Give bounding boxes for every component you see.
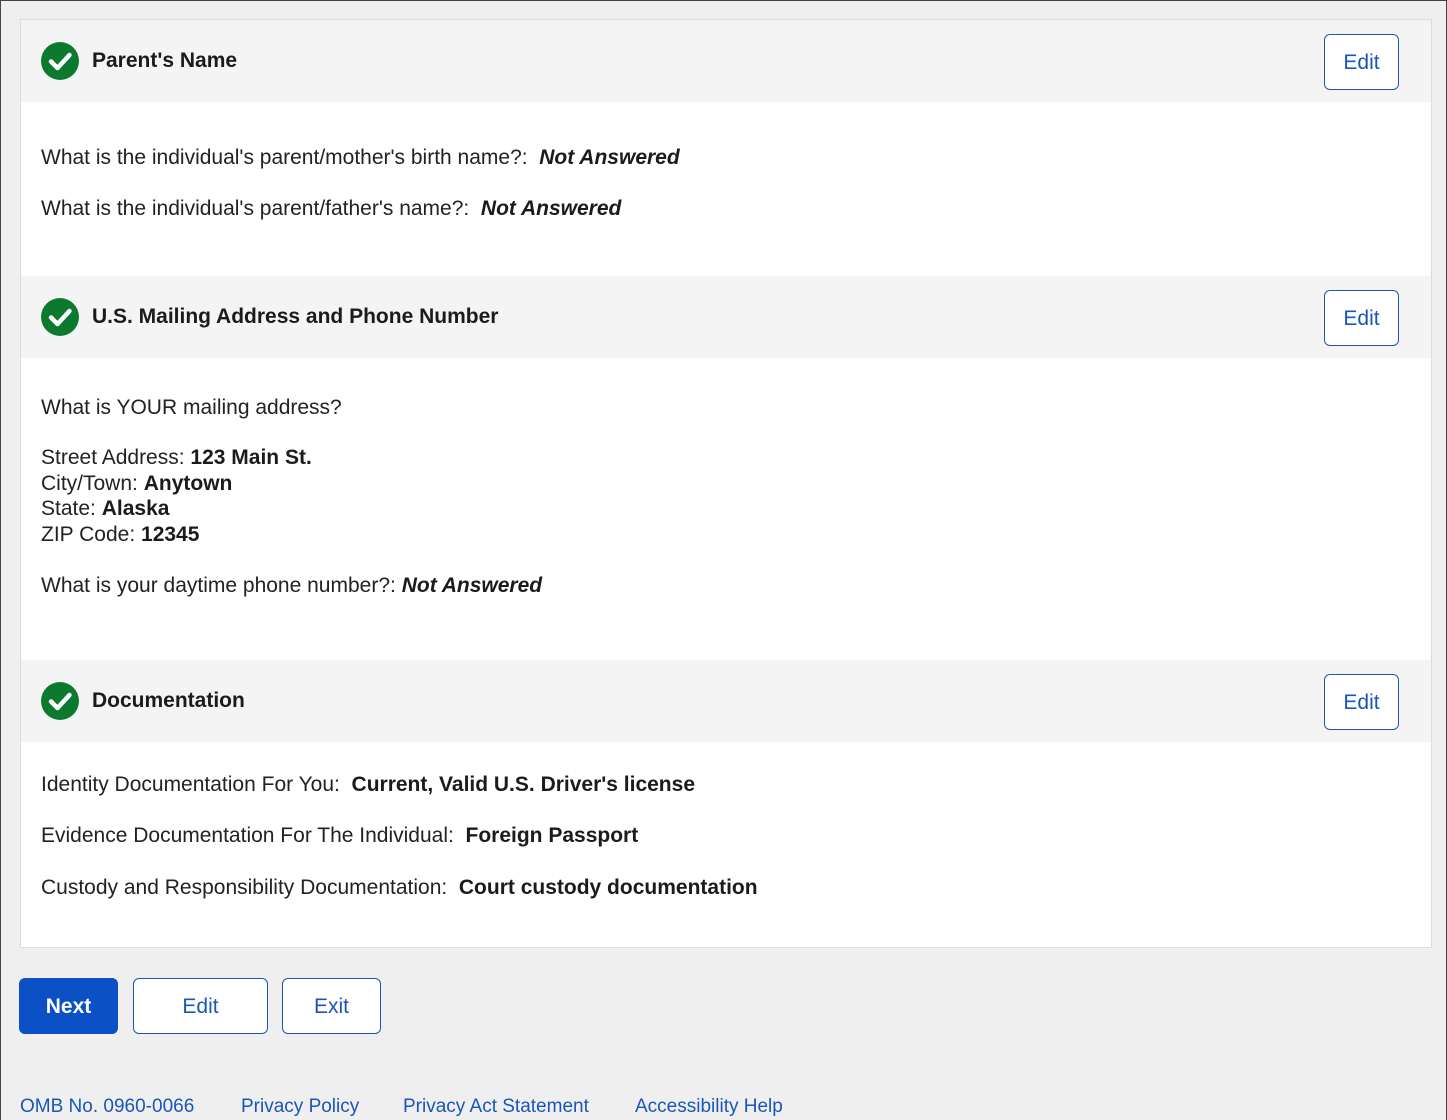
accessibility-help-link[interactable]: Accessibility Help: [635, 1096, 783, 1118]
section-header-mailing-address: U.S. Mailing Address and Phone Number Ed…: [21, 276, 1431, 358]
section-header-parents-name: Parent's Name Edit: [21, 20, 1431, 102]
check-circle-icon: [41, 42, 79, 80]
field-value: Court custody documentation: [458, 876, 758, 899]
father-name-row: What is the individual's parent/father's…: [41, 196, 621, 222]
check-circle-icon: [41, 682, 79, 720]
field-label: Identity Documentation For You:: [41, 773, 340, 796]
edit-parents-name-button[interactable]: Edit: [1324, 34, 1399, 90]
section-title: U.S. Mailing Address and Phone Number: [92, 305, 499, 328]
field-value: Current, Valid U.S. Driver's license: [351, 773, 695, 796]
address-block: Street Address: 123 Main St. City/Town: …: [41, 445, 312, 547]
field-value: 12345: [141, 522, 200, 546]
exit-button[interactable]: Exit: [282, 978, 381, 1034]
section-title: Documentation: [92, 689, 245, 712]
zip-row: ZIP Code: 12345: [41, 522, 312, 548]
field-label: ZIP Code:: [41, 522, 136, 546]
custody-doc-row: Custody and Responsibility Documentation…: [41, 875, 758, 901]
phone-row: What is your daytime phone number?: Not …: [41, 573, 542, 599]
mailing-address-question: What is YOUR mailing address?: [41, 396, 342, 419]
check-circle-icon: [41, 298, 79, 336]
field-value: Not Answered: [539, 146, 680, 169]
field-label: Evidence Documentation For The Individua…: [41, 824, 454, 847]
edit-documentation-button[interactable]: Edit: [1324, 674, 1399, 730]
street-address-row: Street Address: 123 Main St.: [41, 445, 312, 471]
field-value: 123 Main St.: [190, 446, 312, 469]
omb-number-link[interactable]: OMB No. 0960-0066: [20, 1096, 194, 1118]
field-value: Not Answered: [480, 197, 622, 220]
field-value: Alaska: [101, 497, 170, 520]
mother-name-row: What is the individual's parent/mother's…: [41, 145, 680, 171]
field-label: City/Town:: [41, 471, 138, 495]
field-label: What is the individual's parent/mother's…: [41, 146, 528, 169]
summary-card: Parent's Name Edit What is the individua…: [20, 19, 1432, 948]
field-value: Anytown: [143, 471, 233, 495]
field-label: What is the individual's parent/father's…: [41, 197, 470, 220]
edit-mailing-address-button[interactable]: Edit: [1324, 290, 1399, 346]
field-label: What is your daytime phone number?:: [41, 574, 396, 597]
city-row: City/Town: Anytown: [41, 471, 312, 497]
identity-doc-row: Identity Documentation For You: Current,…: [41, 772, 695, 798]
section-title: Parent's Name: [92, 49, 238, 72]
next-button[interactable]: Next: [19, 978, 118, 1034]
edit-button[interactable]: Edit: [133, 978, 268, 1034]
field-value: Foreign Passport: [465, 824, 639, 847]
evidence-doc-row: Evidence Documentation For The Individua…: [41, 823, 638, 849]
state-row: State: Alaska: [41, 496, 312, 522]
field-label: State:: [41, 497, 96, 520]
section-header-documentation: Documentation Edit: [21, 660, 1431, 742]
field-label: Street Address:: [41, 446, 185, 469]
field-label: Custody and Responsibility Documentation…: [41, 876, 448, 899]
field-value: Not Answered: [401, 574, 543, 597]
privacy-act-statement-link[interactable]: Privacy Act Statement: [403, 1096, 589, 1118]
privacy-policy-link[interactable]: Privacy Policy: [241, 1096, 359, 1118]
